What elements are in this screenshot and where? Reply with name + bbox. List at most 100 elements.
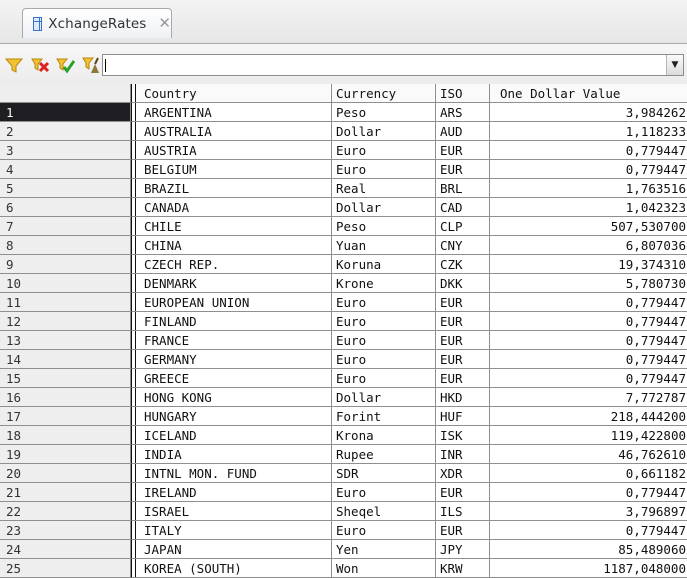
cell-iso[interactable]: CNY <box>436 236 490 255</box>
row-number[interactable]: 3 <box>0 141 131 160</box>
cell-one-dollar-value[interactable]: 0,779447 <box>490 331 687 350</box>
cell-country[interactable]: JAPAN <box>140 540 332 559</box>
cell-one-dollar-value[interactable]: 0,779447 <box>490 160 687 179</box>
cell-country[interactable]: BELGIUM <box>140 160 332 179</box>
cell-currency[interactable]: Euro <box>332 141 436 160</box>
table-row[interactable]: 25 KOREA (SOUTH) Won KRW 1187,048000 <box>0 559 687 578</box>
cell-one-dollar-value[interactable]: 19,374310 <box>490 255 687 274</box>
table-row[interactable]: 10 DENMARK Krone DKK 5,780730 <box>0 274 687 293</box>
table-row[interactable]: 4 BELGIUM Euro EUR 0,779447 <box>0 160 687 179</box>
cell-iso[interactable]: EUR <box>436 312 490 331</box>
filter-input[interactable]: ▼ <box>102 54 684 76</box>
cell-country[interactable]: CANADA <box>140 198 332 217</box>
row-number[interactable]: 23 <box>0 521 131 540</box>
cell-country[interactable]: DENMARK <box>140 274 332 293</box>
data-grid[interactable]: Country Currency ISO One Dollar Value 1A… <box>0 84 687 578</box>
table-row[interactable]: 12 FINLAND Euro EUR 0,779447 <box>0 312 687 331</box>
table-row[interactable]: 5 BRAZIL Real BRL 1,763516 <box>0 179 687 198</box>
cell-country[interactable]: AUSTRALIA <box>140 122 332 141</box>
cell-iso[interactable]: AUD <box>436 122 490 141</box>
cell-iso[interactable]: CZK <box>436 255 490 274</box>
cell-country[interactable]: ARGENTINA <box>140 103 332 122</box>
row-number[interactable]: 13 <box>0 331 131 350</box>
column-header-iso[interactable]: ISO <box>436 84 490 103</box>
cell-iso[interactable]: ISK <box>436 426 490 445</box>
row-number[interactable]: 18 <box>0 426 131 445</box>
tab-xchangerates[interactable]: XchangeRates ✕ <box>22 8 172 38</box>
cell-currency[interactable]: Dollar <box>332 198 436 217</box>
cell-currency[interactable]: Euro <box>332 521 436 540</box>
cell-one-dollar-value[interactable]: 119,422800 <box>490 426 687 445</box>
row-number[interactable]: 11 <box>0 293 131 312</box>
table-row[interactable]: 23 ITALY Euro EUR 0,779447 <box>0 521 687 540</box>
cell-country[interactable]: ISRAEL <box>140 502 332 521</box>
cell-currency[interactable]: Krona <box>332 426 436 445</box>
cell-one-dollar-value[interactable]: 0,779447 <box>490 312 687 331</box>
table-row[interactable]: 11 EUROPEAN UNION Euro EUR 0,779447 <box>0 293 687 312</box>
cell-iso[interactable]: HKD <box>436 388 490 407</box>
clear-filter-icon[interactable] <box>81 55 101 75</box>
row-number[interactable]: 10 <box>0 274 131 293</box>
table-row[interactable]: 16 HONG KONG Dollar HKD 7,772787 <box>0 388 687 407</box>
cell-iso[interactable]: ILS <box>436 502 490 521</box>
row-number[interactable]: 24 <box>0 540 131 559</box>
row-number[interactable]: 14 <box>0 350 131 369</box>
cell-one-dollar-value[interactable]: 0,779447 <box>490 483 687 502</box>
cell-country[interactable]: FRANCE <box>140 331 332 350</box>
cell-currency[interactable]: Euro <box>332 293 436 312</box>
table-row[interactable]: 7 CHILE Peso CLP 507,530700 <box>0 217 687 236</box>
row-number[interactable]: 4 <box>0 160 131 179</box>
table-row[interactable]: 3 AUSTRIA Euro EUR 0,779447 <box>0 141 687 160</box>
cell-iso[interactable]: EUR <box>436 331 490 350</box>
column-header-country[interactable]: Country <box>140 84 332 103</box>
cell-one-dollar-value[interactable]: 218,444200 <box>490 407 687 426</box>
column-header-currency[interactable]: Currency <box>332 84 436 103</box>
cell-currency[interactable]: Euro <box>332 369 436 388</box>
apply-filter-icon[interactable] <box>55 55 76 75</box>
cell-country[interactable]: GERMANY <box>140 350 332 369</box>
row-number[interactable]: 9 <box>0 255 131 274</box>
table-row[interactable]: 22 ISRAEL Sheqel ILS 3,796897 <box>0 502 687 521</box>
cell-iso[interactable]: ARS <box>436 103 490 122</box>
row-number[interactable]: 17 <box>0 407 131 426</box>
cell-iso[interactable]: KRW <box>436 559 490 578</box>
cell-country[interactable]: BRAZIL <box>140 179 332 198</box>
cell-iso[interactable]: EUR <box>436 293 490 312</box>
row-number[interactable]: 21 <box>0 483 131 502</box>
cell-currency[interactable]: Yen <box>332 540 436 559</box>
cell-currency[interactable]: Euro <box>332 350 436 369</box>
cell-country[interactable]: GREECE <box>140 369 332 388</box>
cell-one-dollar-value[interactable]: 1187,048000 <box>490 559 687 578</box>
row-number[interactable]: 6 <box>0 198 131 217</box>
cell-one-dollar-value[interactable]: 0,779447 <box>490 141 687 160</box>
cell-country[interactable]: IRELAND <box>140 483 332 502</box>
cell-one-dollar-value[interactable]: 0,661182 <box>490 464 687 483</box>
cell-country[interactable]: FINLAND <box>140 312 332 331</box>
row-number[interactable]: 16 <box>0 388 131 407</box>
cell-country[interactable]: CHINA <box>140 236 332 255</box>
cell-country[interactable]: AUSTRIA <box>140 141 332 160</box>
cell-iso[interactable]: EUR <box>436 483 490 502</box>
table-row[interactable]: 9 CZECH REP. Koruna CZK 19,374310 <box>0 255 687 274</box>
cell-iso[interactable]: HUF <box>436 407 490 426</box>
cell-currency[interactable]: Peso <box>332 217 436 236</box>
row-number[interactable]: 19 <box>0 445 131 464</box>
cell-one-dollar-value[interactable]: 507,530700 <box>490 217 687 236</box>
cell-iso[interactable]: EUR <box>436 521 490 540</box>
cell-one-dollar-value[interactable]: 7,772787 <box>490 388 687 407</box>
chevron-down-icon[interactable]: ▼ <box>666 55 683 75</box>
row-number[interactable]: 15 <box>0 369 131 388</box>
row-number[interactable]: 22 <box>0 502 131 521</box>
row-number[interactable]: 8 <box>0 236 131 255</box>
cell-one-dollar-value[interactable]: 0,779447 <box>490 521 687 540</box>
cell-currency[interactable]: Sheqel <box>332 502 436 521</box>
cell-currency[interactable]: Euro <box>332 483 436 502</box>
cell-country[interactable]: ICELAND <box>140 426 332 445</box>
cell-currency[interactable]: Forint <box>332 407 436 426</box>
table-row[interactable]: 20 INTNL MON. FUND SDR XDR 0,661182 <box>0 464 687 483</box>
cell-one-dollar-value[interactable]: 0,779447 <box>490 350 687 369</box>
cell-currency[interactable]: Krone <box>332 274 436 293</box>
cell-iso[interactable]: INR <box>436 445 490 464</box>
row-number[interactable]: 12 <box>0 312 131 331</box>
cell-one-dollar-value[interactable]: 46,762610 <box>490 445 687 464</box>
